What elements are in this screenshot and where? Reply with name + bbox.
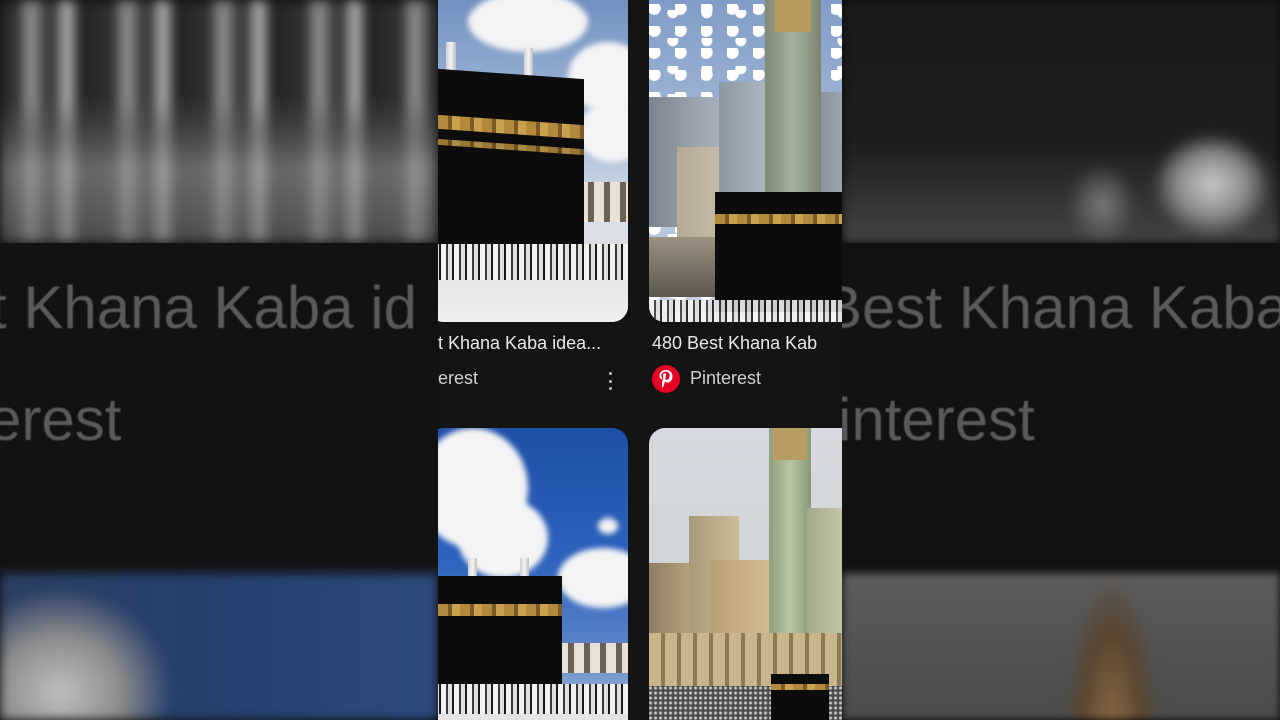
background-right-dark: Best Khana Kaba interest [842,243,1280,573]
more-options-icon[interactable] [602,369,618,393]
background-left-photo [0,0,438,243]
result-source-1[interactable]: erest [438,368,478,389]
background-left-sky [0,573,438,720]
background-left: t Khana Kaba id erest [0,0,438,720]
result-title-2[interactable]: 480 Best Khana Kab [652,333,842,354]
background-right-tower [842,573,1280,720]
result-image-4[interactable] [649,428,842,720]
background-left-source: erest [0,386,122,453]
background-right-source: interest [842,386,1035,453]
pinterest-icon [652,365,680,393]
background-right-title: Best Khana Kaba [842,274,1280,341]
image-results-grid: t Khana Kaba idea... erest 480 Best Khan… [438,0,842,720]
result-image-3[interactable] [438,428,628,720]
background-left-dark: t Khana Kaba id erest [0,243,438,573]
result-title-1[interactable]: t Khana Kaba idea... [438,333,628,354]
background-right: Best Khana Kaba interest [842,0,1280,720]
result-source-2[interactable]: Pinterest [690,368,761,389]
result-image-1[interactable] [438,0,628,322]
background-right-photo [842,0,1280,243]
background-left-title: t Khana Kaba id [0,274,418,341]
result-image-2[interactable] [649,0,842,322]
